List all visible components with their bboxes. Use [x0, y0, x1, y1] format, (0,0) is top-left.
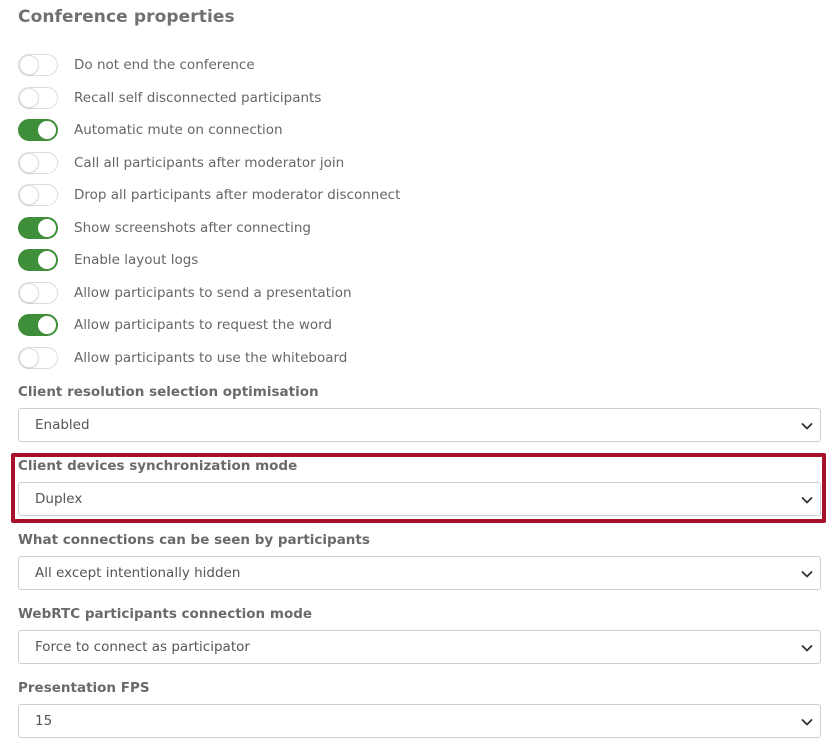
toggle-label: Show screenshots after connecting [74, 220, 311, 236]
presentation-fps-label: Presentation FPS [18, 680, 150, 696]
chevron-down-icon [801, 497, 813, 504]
toggle-row-call-all-after-moderator: Call all participants after moderator jo… [18, 152, 344, 174]
toggle-row-use-whiteboard: Allow participants to use the whiteboard [18, 347, 347, 369]
select-value: 15 [35, 713, 53, 729]
chevron-down-icon [801, 571, 813, 578]
visible-connections-select[interactable]: All except intentionally hidden [18, 556, 821, 590]
toggle-label: Automatic mute on connection [74, 122, 283, 138]
visible-connections-label: What connections can be seen by particip… [18, 532, 370, 548]
toggle-switch[interactable] [18, 152, 58, 174]
toggle-knob [37, 315, 57, 335]
presentation-fps-select[interactable]: 15 [18, 704, 821, 738]
toggle-knob [37, 120, 57, 140]
select-value: Duplex [35, 491, 83, 507]
toggle-label: Call all participants after moderator jo… [74, 155, 345, 171]
sync-mode-label: Client devices synchronization mode [18, 458, 298, 474]
client-resolution-select[interactable]: Enabled [18, 408, 821, 442]
toggle-switch[interactable] [18, 54, 58, 76]
toggle-row-show-screenshots: Show screenshots after connecting [18, 217, 311, 239]
webrtc-connection-mode-label: WebRTC participants connection mode [18, 606, 313, 622]
toggle-switch[interactable] [18, 119, 58, 141]
toggle-label: Recall self disconnected participants [74, 90, 322, 106]
toggle-knob [19, 55, 39, 75]
webrtc-connection-mode-select[interactable]: Force to connect as participator [18, 630, 821, 664]
sync-mode-select[interactable]: Duplex [18, 482, 821, 516]
toggle-switch[interactable] [18, 184, 58, 206]
toggle-label: Allow participants to use the whiteboard [74, 350, 348, 366]
toggle-knob [19, 348, 39, 368]
toggle-knob [19, 185, 39, 205]
toggle-row-automatic-mute: Automatic mute on connection [18, 119, 283, 141]
toggle-row-send-presentation: Allow participants to send a presentatio… [18, 282, 352, 304]
toggle-knob [19, 283, 39, 303]
select-value: Enabled [35, 417, 90, 433]
select-value: Force to connect as participator [35, 639, 250, 655]
toggle-knob [37, 250, 57, 270]
chevron-down-icon [801, 719, 813, 726]
toggle-label: Allow participants to send a presentatio… [74, 285, 352, 301]
toggle-row-drop-all-after-moderator: Drop all participants after moderator di… [18, 184, 400, 206]
toggle-knob [19, 153, 39, 173]
toggle-row-do-not-end: Do not end the conference [18, 54, 255, 76]
toggle-switch[interactable] [18, 314, 58, 336]
page-title: Conference properties [18, 7, 235, 27]
select-value: All except intentionally hidden [35, 565, 241, 581]
conference-properties-panel: Conference properties Do not end the con… [0, 0, 837, 751]
toggle-row-enable-layout-logs: Enable layout logs [18, 249, 198, 271]
toggle-switch[interactable] [18, 282, 58, 304]
toggle-knob [19, 88, 39, 108]
toggle-label: Allow participants to request the word [74, 317, 333, 333]
client-resolution-label: Client resolution selection optimisation [18, 384, 319, 400]
toggle-label: Do not end the conference [74, 57, 255, 73]
toggle-label: Drop all participants after moderator di… [74, 187, 401, 203]
toggle-switch[interactable] [18, 249, 58, 271]
chevron-down-icon [801, 423, 813, 430]
toggle-knob [37, 218, 57, 238]
toggle-switch[interactable] [18, 347, 58, 369]
toggle-label: Enable layout logs [74, 252, 199, 268]
toggle-switch[interactable] [18, 87, 58, 109]
toggle-switch[interactable] [18, 217, 58, 239]
toggle-row-request-word: Allow participants to request the word [18, 314, 332, 336]
toggle-row-recall-self-disconnected: Recall self disconnected participants [18, 87, 321, 109]
chevron-down-icon [801, 645, 813, 652]
